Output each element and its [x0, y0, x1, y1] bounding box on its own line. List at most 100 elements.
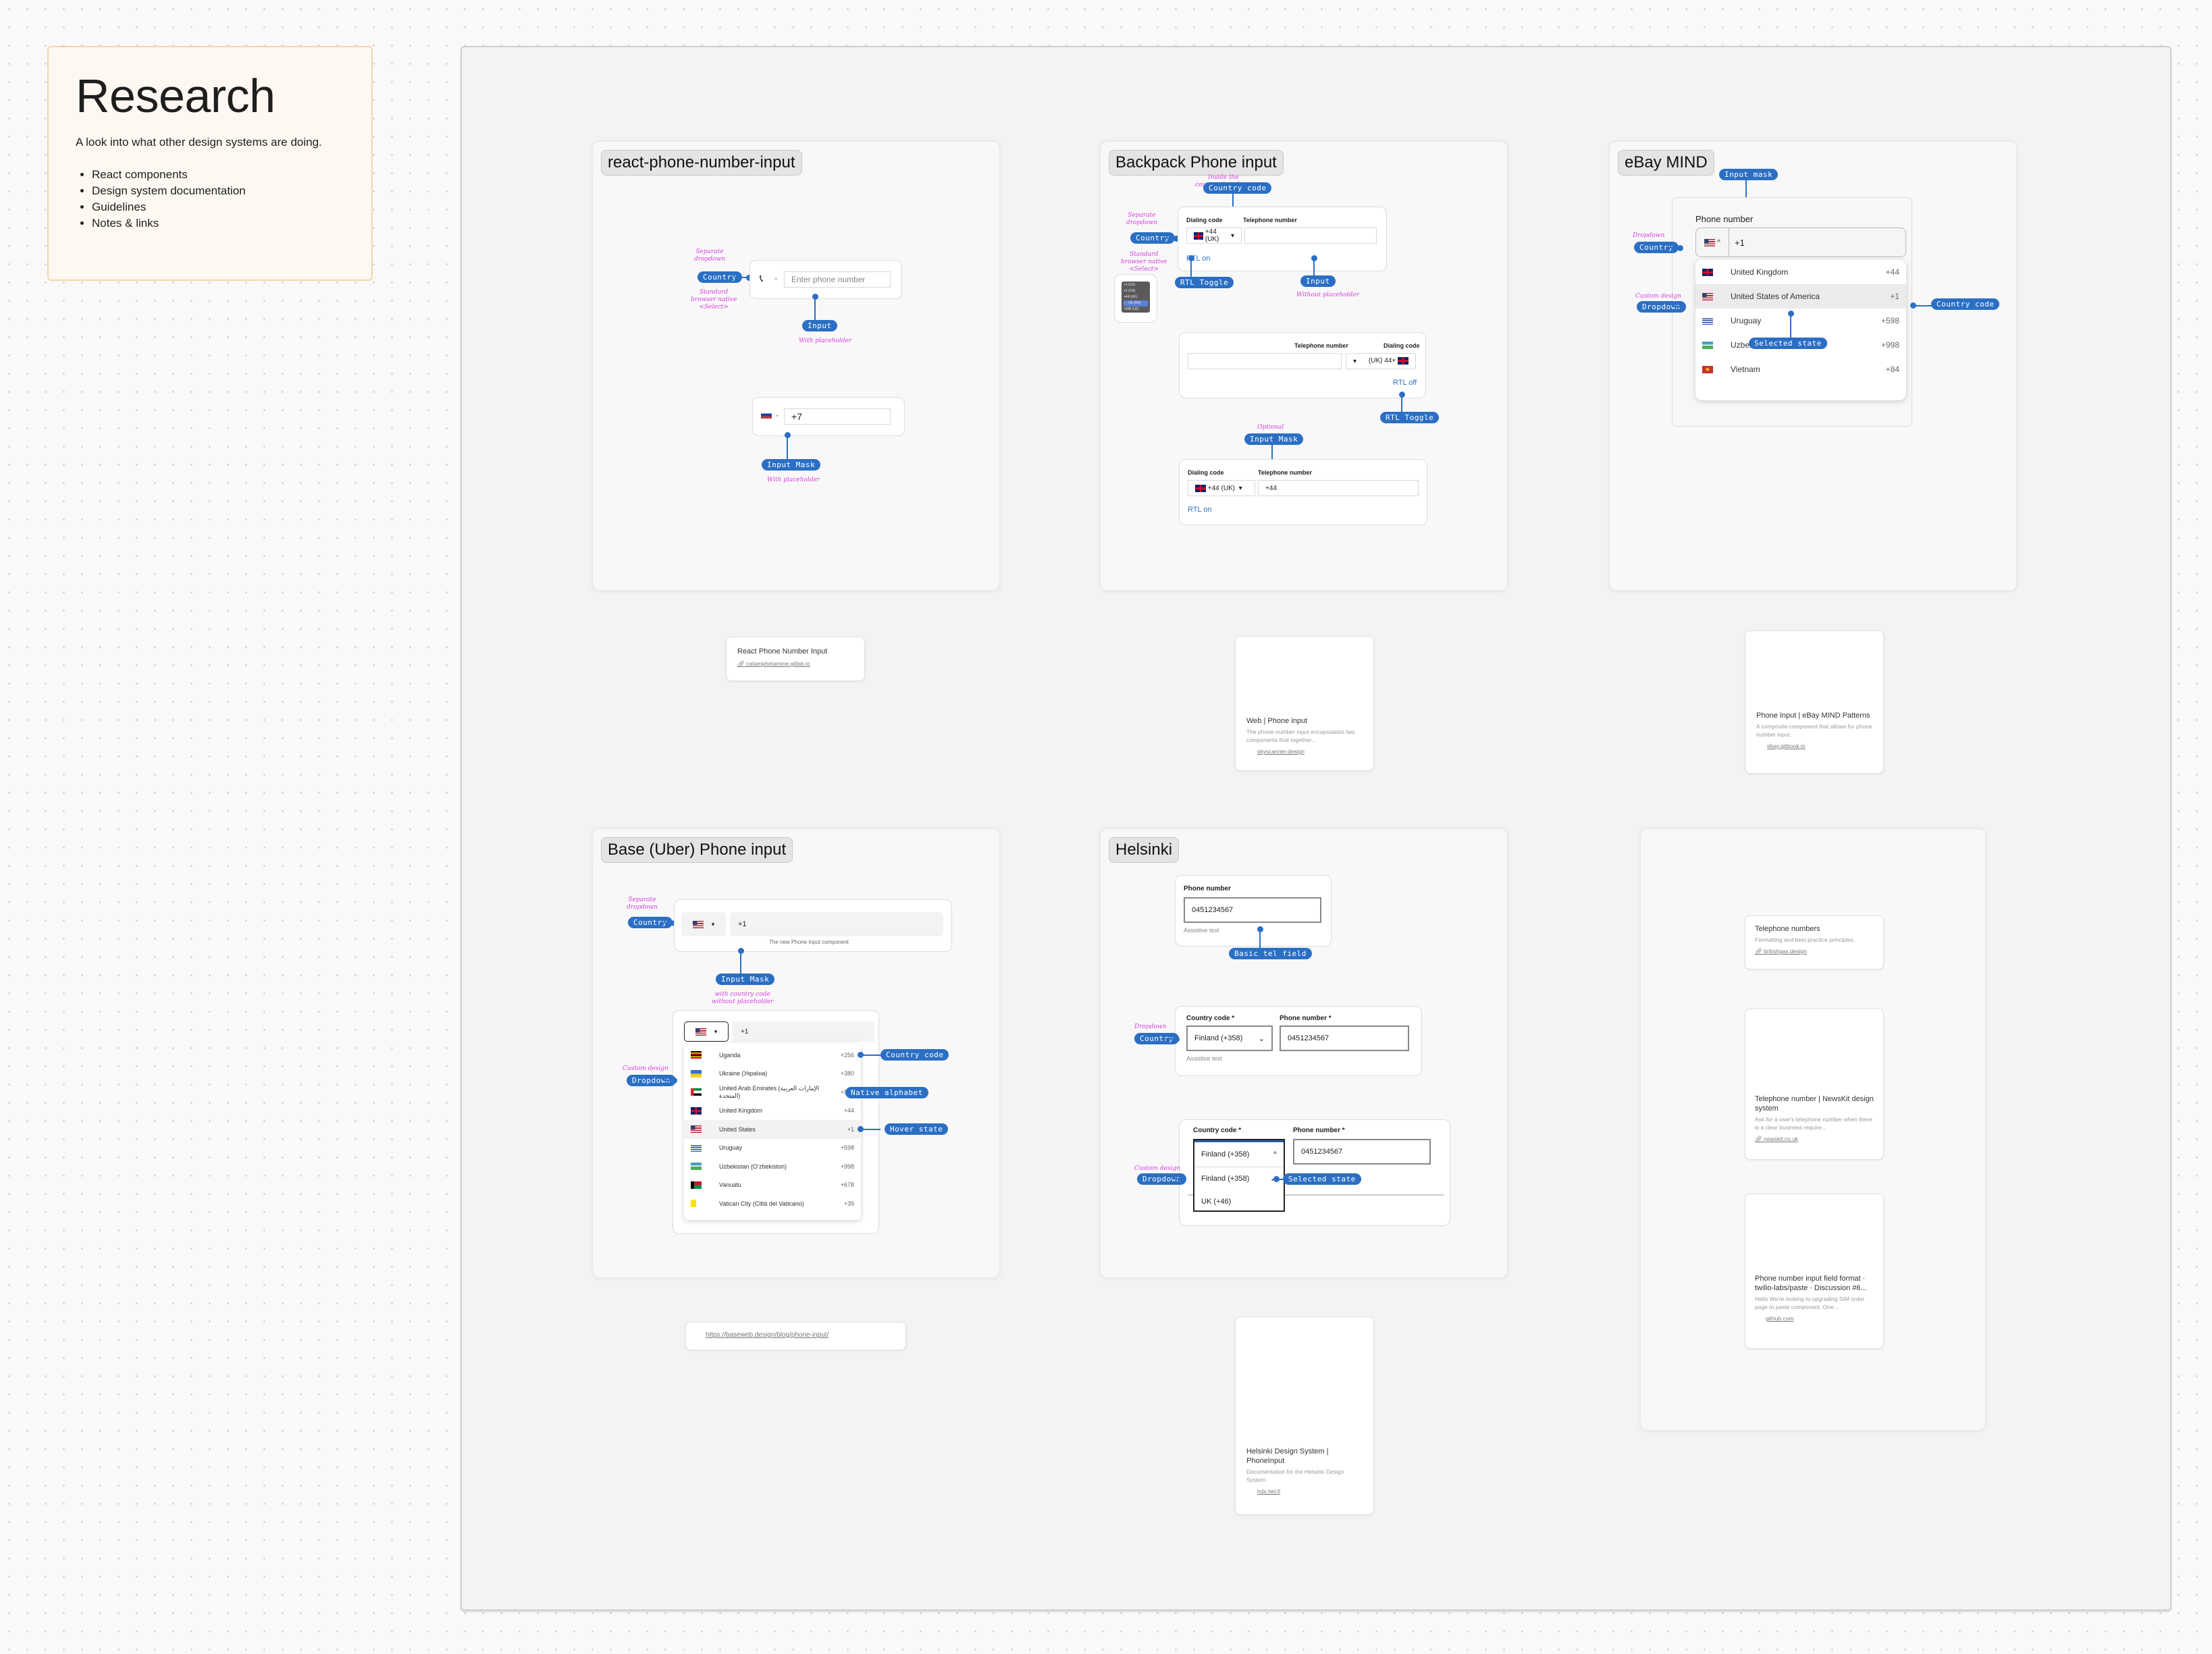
card-title: Base (Uber) Phone input — [601, 837, 793, 863]
link-url[interactable]: hds.hel.fi — [1257, 1488, 1363, 1495]
link-card-uber[interactable]: https://baseweb.design/blog/phone-input/ — [685, 1322, 906, 1350]
flag-uk-icon — [1398, 357, 1408, 365]
link-card-backpack[interactable]: Web | Phone input The phone number input… — [1235, 636, 1374, 771]
native-select-preview: +1 (US) +1 (CA) +44 (UK) ✓ +55 (BR) +998 (U… — [1114, 274, 1157, 323]
caret-down-icon: ▾ — [714, 1028, 718, 1035]
flag-vu-icon — [691, 1181, 702, 1189]
dialing-code-select[interactable]: ▾ (UK) 44+ — [1346, 353, 1416, 369]
telephone-input[interactable]: +44 — [1258, 480, 1419, 496]
country-select[interactable]: ^ — [1696, 228, 1729, 257]
phone-input[interactable]: +1 — [733, 1021, 874, 1042]
country-name: Uganda — [719, 1051, 741, 1059]
country-option[interactable]: Uruguay +598 — [684, 1139, 861, 1158]
dialing-code-select[interactable]: +44 (UK) ▾ — [1188, 480, 1255, 496]
dialing-code-select[interactable]: +44 (UK) ▾ — [1186, 228, 1242, 244]
country-option[interactable]: United Arab Emirates (‫الإمارات العربية … — [684, 1083, 861, 1102]
card-uber: Base (Uber) Phone input Separate dropdown… — [591, 828, 1001, 1279]
link-card-twilio[interactable]: Phone number input field format · twilio… — [1745, 1194, 1884, 1349]
phone-input[interactable]: Enter phone number — [784, 271, 891, 288]
tag-native-alphabet: Native alphabet — [845, 1087, 928, 1098]
phone-input[interactable]: 0451234567 — [1280, 1025, 1409, 1051]
rtl-toggle[interactable]: RTL off — [1393, 379, 1417, 387]
country-dropdown-open[interactable]: Finland (+358)^ Finland (+358)✓ UK (+46) — [1193, 1139, 1285, 1212]
tag-country-code: Country code — [1203, 182, 1272, 194]
link-url[interactable]: 🔗︎ catamphetamine.gitlab.io — [737, 660, 853, 668]
country-option[interactable]: Vatican City (Città del Vaticano) +39 — [684, 1194, 861, 1213]
tag-input-mask: Input Mask — [716, 973, 775, 985]
field-label: Phone number — [1695, 214, 1754, 224]
note: With placeholder — [799, 338, 852, 344]
country-option[interactable]: ★ Vietnam +84 — [1695, 357, 1906, 381]
phone-globe-icon[interactable]: 📞︎ — [760, 273, 763, 284]
phone-input[interactable]: 0451234567 — [1293, 1139, 1431, 1165]
flag-uy-icon — [691, 1144, 702, 1152]
dropdown-option[interactable]: UK (+46) — [1194, 1190, 1284, 1213]
country-select[interactable]: ▾ — [684, 1021, 729, 1042]
link-card-britishgas[interactable]: Telephone numbers Formatting and best pr… — [1745, 915, 1884, 969]
country-select[interactable]: Finland (+358) ⌄ — [1186, 1025, 1273, 1051]
country-name: Vietnam — [1731, 365, 1760, 374]
note: Dropdown — [1134, 1023, 1167, 1030]
phone-input[interactable]: ^ +1 — [1695, 228, 1906, 257]
link-card-react[interactable]: React Phone Number Input 🔗︎ catamphetami… — [726, 637, 865, 681]
tag-input: Input — [1300, 275, 1336, 287]
country-dropdown: Uganda +256 Ukraine (Україна) +380 United Ar… — [684, 1043, 861, 1220]
country-select[interactable]: ▾ — [681, 912, 726, 936]
link-url[interactable]: 🔗︎ newskit.co.uk — [1755, 1136, 1874, 1143]
tag-selected-state: Selected state — [1749, 338, 1827, 349]
country-code: +256 — [840, 1051, 854, 1059]
tag-basic-tel: Basic tel field — [1229, 948, 1312, 959]
link-card-newskit[interactable]: Telephone number | NewsKit design system… — [1745, 1009, 1884, 1160]
card-title: react-phone-number-input — [601, 150, 802, 176]
chevron-down-icon: ⌄ — [1258, 1034, 1265, 1043]
country-option[interactable]: Vanuatu +678 — [684, 1176, 861, 1195]
link-url[interactable]: github.com — [1766, 1315, 1874, 1322]
note: With placeholder — [767, 477, 820, 483]
masked-input[interactable]: +7 — [784, 408, 891, 425]
country-option[interactable]: United Kingdom +44 — [684, 1102, 861, 1121]
link-url[interactable]: 🔗︎ britishgas.design — [1755, 948, 1874, 955]
link-url[interactable]: ebay.gitbook.io — [1767, 743, 1872, 749]
country-name: Uruguay — [1731, 316, 1762, 325]
note: Custom design — [1635, 293, 1681, 300]
country-option[interactable]: Uganda +256 — [684, 1046, 861, 1065]
flag-russia-icon[interactable] — [761, 411, 772, 419]
uber-widget-open: ▾ +1 A sequence of digits Uganda+256Ukra… — [673, 1010, 879, 1234]
country-option[interactable]: United States of America +1 — [1695, 284, 1906, 309]
country-option[interactable]: United States +1 — [684, 1120, 861, 1139]
country-code: +998 — [840, 1163, 854, 1170]
bullet: Guidelines — [92, 199, 344, 215]
tag-selected-state: Selected state — [1283, 1173, 1361, 1185]
link-url[interactable]: skyscanner.design — [1257, 748, 1363, 755]
note: Standard browser native <Select> — [691, 289, 737, 311]
dropdown-option[interactable]: Finland (+358)✓ — [1194, 1167, 1284, 1190]
bullet: Design system documentation — [92, 183, 344, 199]
chevron-down-icon[interactable]: ⌄ — [773, 274, 779, 282]
note: Optional — [1257, 424, 1284, 431]
tag-input-mask: Input Mask — [762, 459, 821, 471]
rtl-toggle[interactable]: RTL on — [1188, 506, 1211, 514]
tag-country-code: Country code — [1931, 298, 2000, 310]
phone-input[interactable]: 0451234567 — [1184, 897, 1321, 923]
bullet: Notes & links — [92, 215, 344, 232]
chevron-down-icon[interactable]: ⌄ — [774, 411, 780, 419]
country-name: Ukraine (Україна) — [719, 1070, 768, 1077]
telephone-input[interactable] — [1244, 228, 1377, 244]
country-select[interactable]: Finland (+358) ^ — [1194, 1140, 1284, 1167]
link-card-ebay[interactable]: Phone Input | eBay MIND Patterns A compo… — [1745, 631, 1884, 774]
flag-uk-icon — [1195, 484, 1206, 492]
note: Separate dropdown — [1126, 212, 1157, 226]
country-code: +1 — [1890, 292, 1899, 301]
backpack-widget-ltr: Dialing code Telephone number +44 (UK) ▾… — [1178, 207, 1387, 271]
country-option[interactable]: Ukraine (Україна) +380 — [684, 1065, 861, 1084]
flag-ae-icon — [691, 1088, 702, 1096]
country-option[interactable]: Uruguay +598 — [1695, 309, 1906, 333]
link-icon: 🔗︎ — [1755, 1136, 1764, 1142]
flag-va-icon — [691, 1200, 702, 1208]
telephone-input[interactable] — [1188, 353, 1342, 369]
phone-input[interactable]: +1 — [730, 912, 943, 936]
link-url[interactable]: https://baseweb.design/blog/phone-input/ — [706, 1331, 886, 1339]
country-option[interactable]: United Kingdom +44 — [1695, 260, 1906, 284]
link-card-helsinki[interactable]: Helsinki Design System | PhoneInput Docu… — [1235, 1316, 1374, 1515]
country-option[interactable]: Uzbekistan (Oʻzbekiston) +998 — [684, 1157, 861, 1176]
